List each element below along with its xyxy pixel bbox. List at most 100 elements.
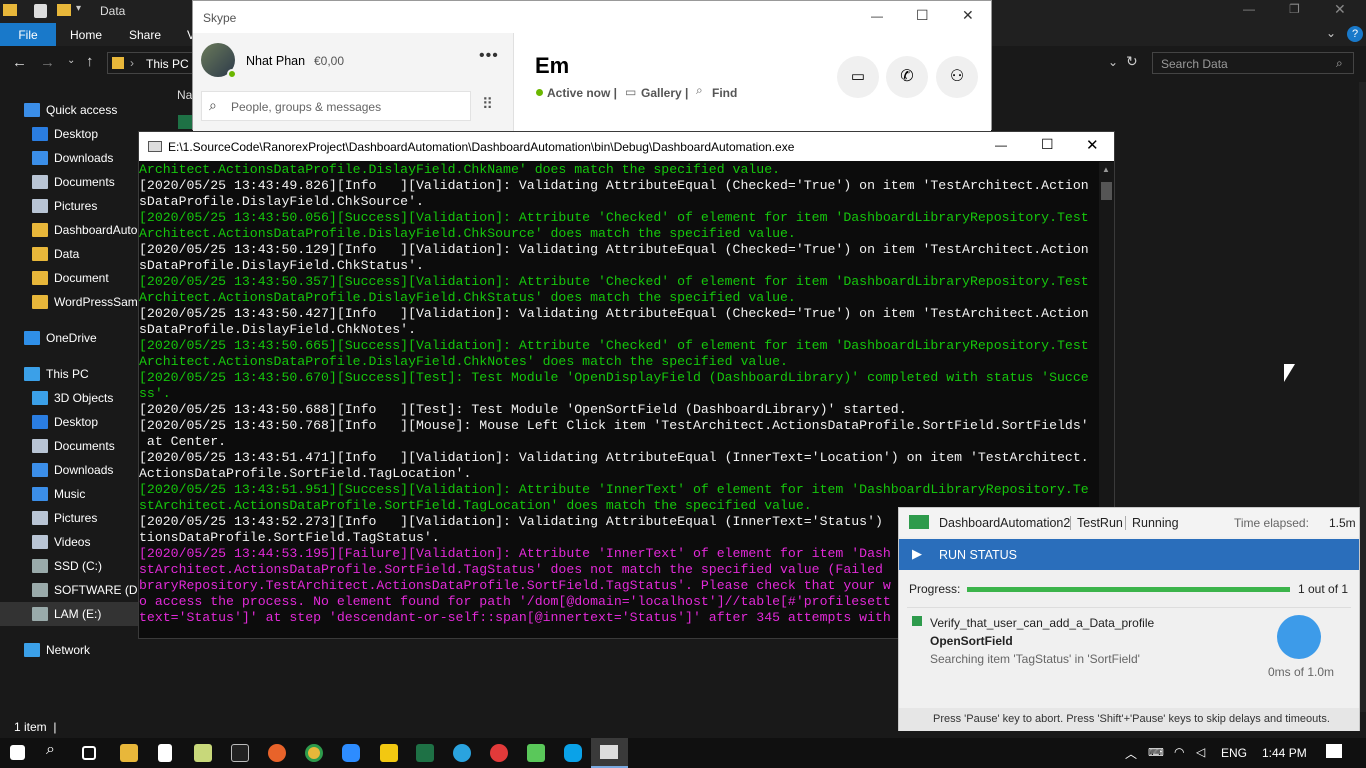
excel-taskbar-icon[interactable] [416, 744, 434, 762]
nav-item[interactable]: DashboardAuto [0, 218, 158, 242]
start-windows-icon[interactable] [10, 745, 25, 760]
console-line: Architect.ActionsDataProfile.DislayField… [139, 226, 796, 241]
nav-item[interactable]: Desktop [0, 410, 158, 434]
close-icon[interactable]: ✕ [962, 7, 974, 24]
nav-item[interactable]: Document [0, 266, 158, 290]
gallery-icon: ▭ [625, 85, 637, 99]
play-icon[interactable]: ▶ [912, 546, 922, 562]
nav-item[interactable]: Downloads [0, 458, 158, 482]
nav-item[interactable]: LAM (E:) [0, 602, 158, 626]
nav-item[interactable]: WordPressSamp [0, 290, 158, 314]
notes-taskbar-icon[interactable] [194, 744, 212, 762]
chevron-down-icon[interactable]: ⌄ [1326, 26, 1336, 40]
nav-item-label: SSD (C:) [54, 559, 102, 573]
show-hidden-icons-icon[interactable]: ︿ [1125, 745, 1137, 762]
clock[interactable]: 1:44 PM [1262, 746, 1307, 760]
more-options-icon[interactable]: ••• [479, 47, 499, 65]
nav-item[interactable]: This PC [0, 362, 158, 386]
scroll-up-arrow-icon[interactable]: ▲ [1102, 165, 1110, 174]
skype-credit[interactable]: €0,00 [314, 54, 344, 68]
close-icon[interactable]: ✕ [1086, 136, 1099, 154]
address-dropdown-icon[interactable]: ⌄ [1108, 55, 1118, 69]
nav-item[interactable]: Downloads [0, 146, 158, 170]
nav-item[interactable]: Desktop [0, 122, 158, 146]
nav-item[interactable]: Documents [0, 170, 158, 194]
customize-quick-access-icon[interactable]: ▾ [76, 3, 81, 14]
star-icon [24, 103, 40, 117]
task-view-icon[interactable] [82, 746, 96, 760]
refresh-icon[interactable]: ↻ [1126, 53, 1138, 70]
nav-item[interactable]: SSD (C:) [0, 554, 158, 578]
folder-icon [32, 271, 48, 285]
column-header-name[interactable]: Na [177, 88, 192, 102]
nav-item[interactable]: Data [0, 242, 158, 266]
gallery-link[interactable]: Gallery | [641, 86, 688, 100]
nav-item[interactable]: SOFTWARE (D:) [0, 578, 158, 602]
minimize-icon[interactable]: — [1243, 2, 1255, 16]
ribbon-tab-file[interactable]: File [0, 23, 56, 46]
notepad-taskbar-icon[interactable] [158, 744, 172, 762]
skype-search-box[interactable]: ⌕ People, groups & messages [201, 91, 471, 121]
chrome-taskbar-icon[interactable] [305, 744, 323, 762]
skype-search-input[interactable]: People, groups & messages [231, 100, 381, 114]
nav-item[interactable]: Quick access [0, 98, 158, 122]
telegram-taskbar-icon[interactable] [453, 744, 471, 762]
console-taskbar-button[interactable] [591, 738, 628, 768]
minimize-icon[interactable]: — [995, 138, 1007, 152]
up-arrow-icon[interactable]: ↑ [86, 53, 94, 70]
find-link[interactable]: Find [712, 86, 737, 100]
nav-item[interactable]: Network [0, 638, 158, 662]
address-field[interactable]: › This PC [107, 52, 193, 74]
properties-icon[interactable] [34, 4, 47, 18]
audio-call-button[interactable]: ✆ [886, 56, 928, 98]
nav-item[interactable]: Documents [0, 434, 158, 458]
recent-locations-icon[interactable]: ⌄ [67, 55, 75, 66]
chat-taskbar-icon[interactable] [490, 744, 508, 762]
nav-item[interactable]: Pictures [0, 506, 158, 530]
nav-item[interactable]: Music [0, 482, 158, 506]
scroll-thumb[interactable] [1101, 182, 1112, 200]
firefox-taskbar-icon[interactable] [268, 744, 286, 762]
wifi-icon[interactable]: ◠ [1174, 745, 1184, 759]
nav-item[interactable]: 3D Objects [0, 386, 158, 410]
nav-item[interactable]: Videos [0, 530, 158, 554]
zoom-taskbar-icon[interactable] [342, 744, 360, 762]
maximize-icon[interactable]: ☐ [916, 7, 929, 24]
dialpad-icon[interactable]: ⠿ [482, 95, 493, 113]
forward-arrow-icon[interactable]: → [40, 54, 55, 71]
help-icon[interactable]: ? [1347, 26, 1363, 42]
ribbon-tab-home[interactable]: Home [70, 28, 102, 42]
search-icon[interactable]: ⌕ [46, 741, 64, 759]
run-status-bar[interactable]: ▶ RUN STATUS [899, 539, 1359, 570]
ranorex-taskbar-icon[interactable] [527, 744, 545, 762]
command-prompt-taskbar-icon[interactable] [231, 744, 249, 762]
maximize-icon[interactable]: ☐ [1041, 136, 1054, 153]
sticky-notes-taskbar-icon[interactable] [380, 744, 398, 762]
language-indicator[interactable]: ENG [1221, 746, 1247, 760]
new-folder-icon[interactable] [57, 4, 71, 16]
volume-icon[interactable]: ◁ [1196, 745, 1205, 759]
contact-name[interactable]: Em [535, 53, 569, 79]
restore-icon[interactable]: ❐ [1289, 2, 1300, 16]
add-people-button[interactable]: ⚇ [936, 56, 978, 98]
vertical-scrollbar[interactable] [1359, 82, 1366, 712]
unikey-icon[interactable]: ⌨ [1148, 746, 1164, 759]
file-explorer-taskbar-icon[interactable] [120, 744, 138, 762]
nav-item[interactable]: OneDrive [0, 326, 158, 350]
breadcrumb-this-pc[interactable]: This PC [146, 57, 189, 71]
notifications-icon[interactable] [1326, 744, 1342, 758]
video-camera-icon: ▭ [850, 68, 866, 85]
skype-taskbar-icon[interactable] [564, 744, 582, 762]
ribbon-tab-share[interactable]: Share [129, 28, 161, 42]
excel-file-icon[interactable] [178, 115, 192, 129]
documents-icon [32, 175, 48, 189]
user-name[interactable]: Nhat Phan [246, 54, 305, 68]
back-arrow-icon[interactable]: ← [12, 54, 27, 71]
search-field[interactable]: Search Data ⌕ [1152, 52, 1354, 74]
close-icon[interactable]: ✕ [1334, 1, 1346, 18]
video-call-button[interactable]: ▭ [837, 56, 879, 98]
search-input[interactable]: Search Data [1161, 57, 1228, 71]
minimize-icon[interactable]: — [871, 9, 883, 23]
nav-item-label: Desktop [54, 127, 99, 141]
nav-item[interactable]: Pictures [0, 194, 158, 218]
